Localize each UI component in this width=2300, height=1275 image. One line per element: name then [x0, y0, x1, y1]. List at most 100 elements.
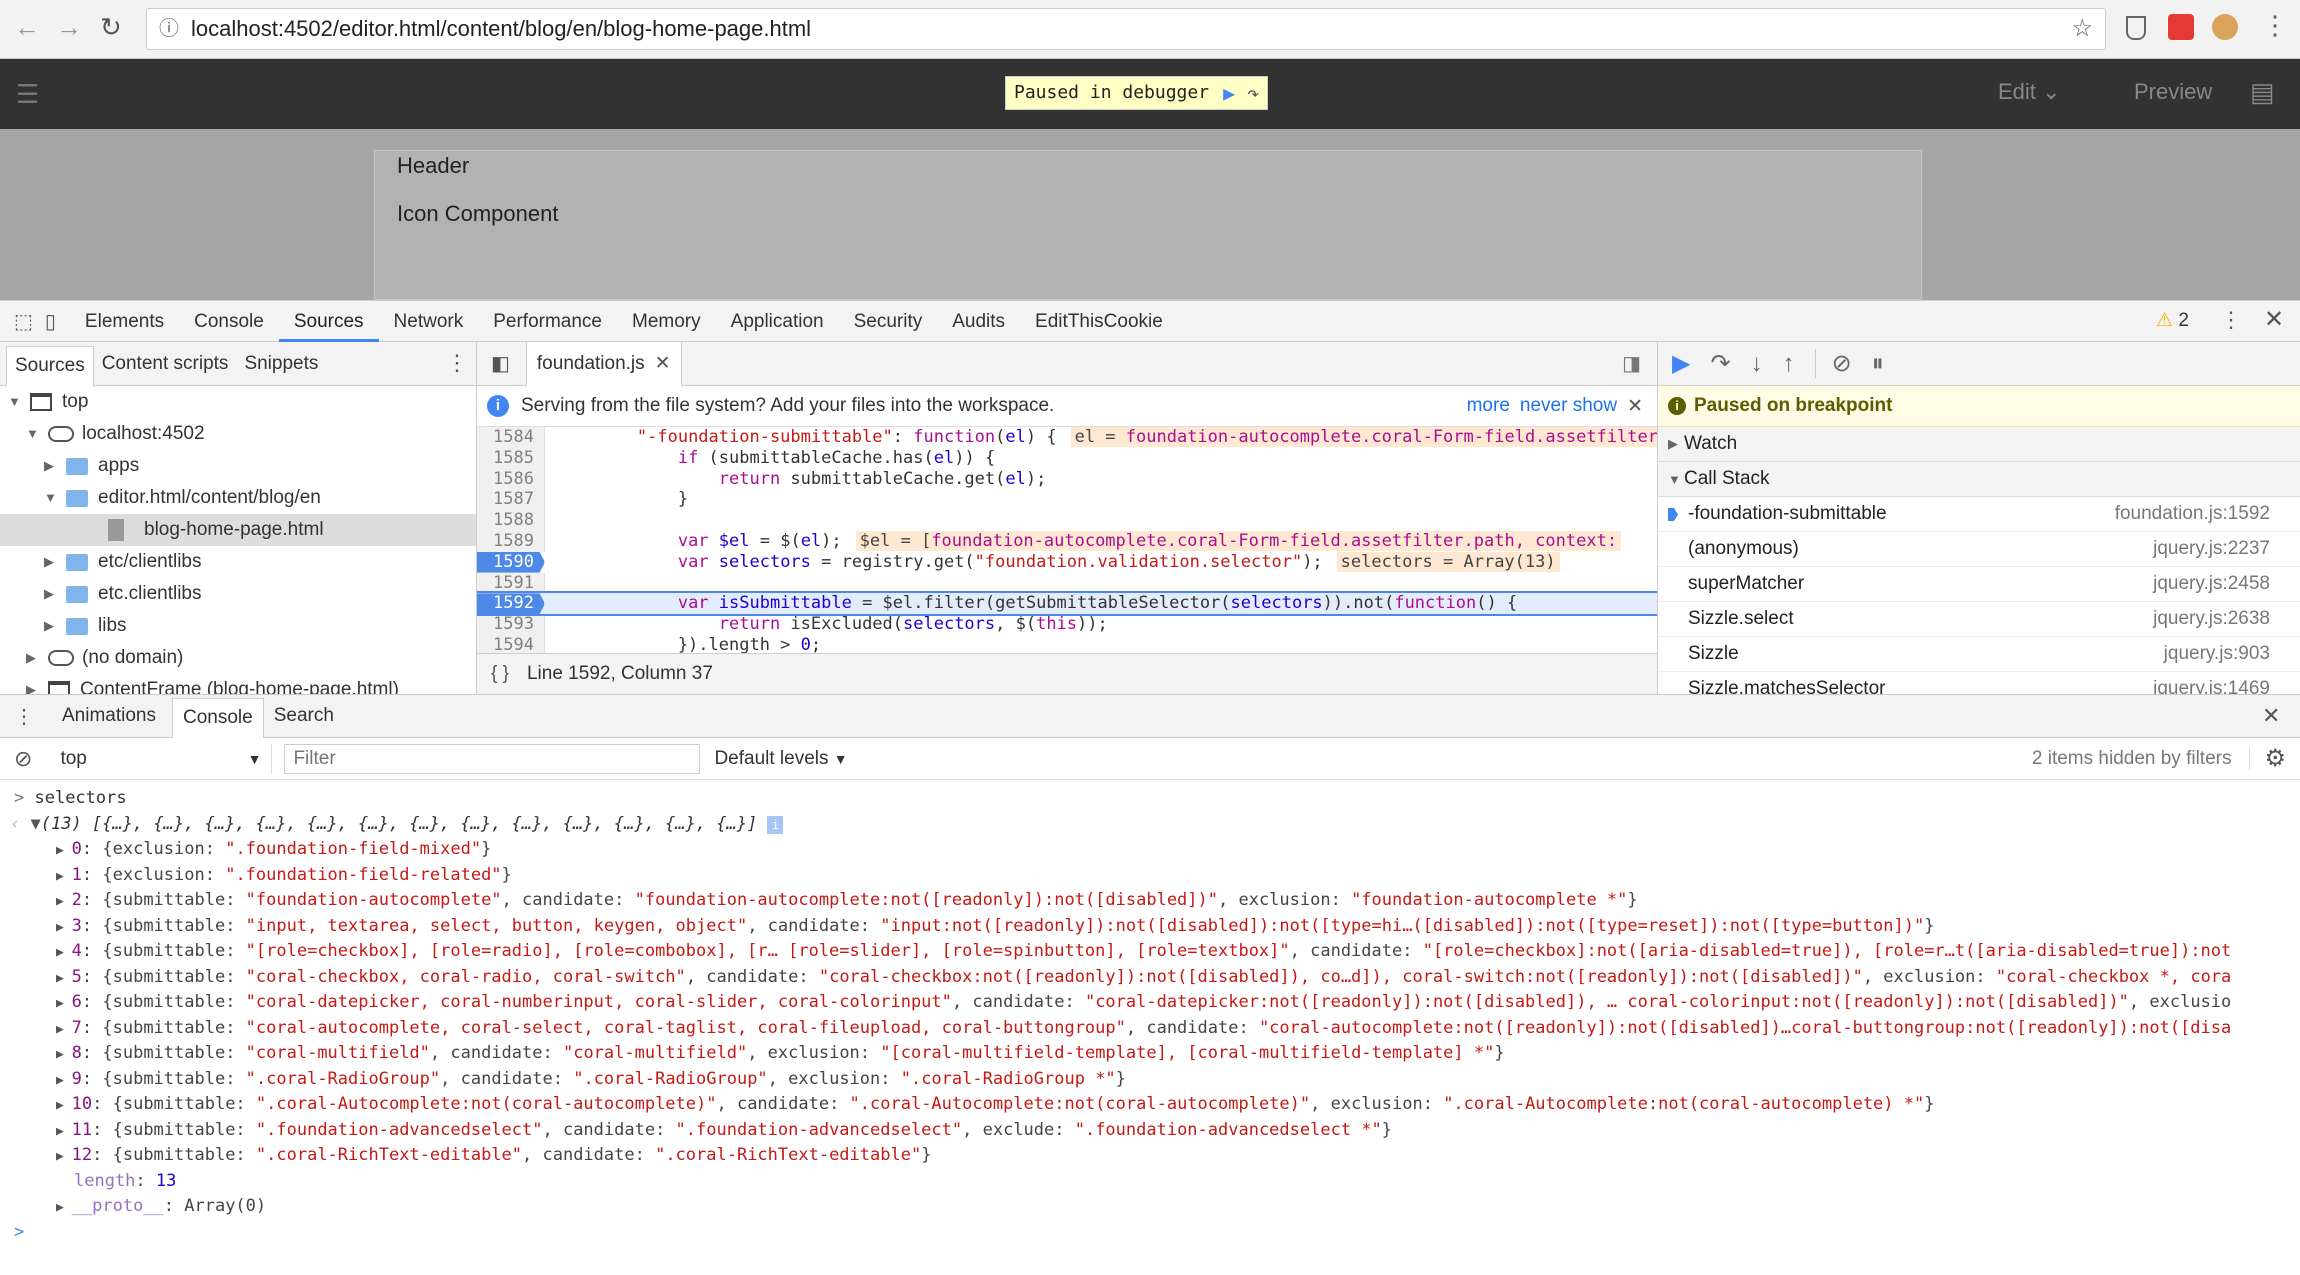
tree-item[interactable]: ▼ editor.html/content/blog/en: [0, 482, 476, 514]
console-settings-icon[interactable]: ⚙: [2264, 744, 2286, 773]
context-select[interactable]: top ▼: [50, 743, 273, 774]
tab-performance[interactable]: Performance: [478, 301, 617, 342]
extension-shield-icon[interactable]: [2126, 16, 2146, 40]
extension-red-icon[interactable]: [2168, 14, 2194, 40]
navigator-tab-snippets[interactable]: Snippets: [236, 342, 326, 386]
info-icon[interactable]: i: [767, 815, 784, 834]
code-line[interactable]: 1589 var $el = $(el); $el = [foundation-a…: [477, 530, 1657, 552]
frame-location[interactable]: jquery.js:2237: [2153, 538, 2270, 560]
info-icon[interactable]: ⓘ: [159, 9, 179, 49]
close-tab-icon[interactable]: ✕: [655, 352, 671, 375]
code-line[interactable]: 1592 var isSubmittable = $el.filter(getS…: [477, 591, 1657, 617]
array-entry[interactable]: ▶ 6: {submittable: "coral-datepicker, co…: [0, 990, 2300, 1016]
pause-on-exceptions-icon[interactable]: ⏸: [1872, 350, 1884, 378]
drawer-menu-icon[interactable]: ⋮: [14, 704, 34, 729]
array-entry[interactable]: ▶ 11: {submittable: ".foundation-advance…: [0, 1118, 2300, 1144]
annotations-icon[interactable]: ▤: [2250, 77, 2275, 108]
toggle-navigator-icon[interactable]: ◧: [491, 351, 510, 376]
array-entry[interactable]: ▶ 4: {submittable: "[role=checkbox], [ro…: [0, 939, 2300, 965]
tab-console[interactable]: Console: [179, 301, 279, 342]
tree-item[interactable]: ▶ etc/clientlibs: [0, 546, 476, 578]
console-prompt[interactable]: >: [0, 1220, 2300, 1246]
code-line[interactable]: 1587 }: [477, 489, 1657, 511]
array-entry[interactable]: ▶ 5: {submittable: "coral-checkbox, cora…: [0, 965, 2300, 991]
line-number[interactable]: 1585: [477, 447, 545, 469]
menu-icon[interactable]: ⋮: [2262, 10, 2288, 41]
navigator-more-icon[interactable]: ⋮: [446, 350, 468, 376]
more-link[interactable]: more: [1467, 395, 1510, 417]
code-line[interactable]: 1591: [477, 572, 1657, 594]
device-toolbar-icon[interactable]: ▯: [45, 309, 56, 334]
forward-icon[interactable]: →: [56, 12, 82, 43]
array-entry[interactable]: ▶ 8: {submittable: "coral-multifield", c…: [0, 1041, 2300, 1067]
inspect-icon[interactable]: ⬚: [14, 309, 33, 334]
array-entry[interactable]: ▶ 12: {submittable: ".coral-RichText-edi…: [0, 1143, 2300, 1169]
clear-console-icon[interactable]: ⊘: [14, 746, 32, 772]
line-number[interactable]: 1594: [477, 634, 545, 653]
array-entry[interactable]: ▶ 3: {submittable: "input, textarea, sel…: [0, 914, 2300, 940]
star-icon[interactable]: ☆: [2071, 9, 2093, 49]
tab-security[interactable]: Security: [839, 301, 938, 342]
console-filter-input[interactable]: [284, 743, 701, 774]
frame-location[interactable]: jquery.js:2638: [2153, 608, 2270, 630]
drawer-tab-search[interactable]: Search: [264, 694, 344, 738]
resume-icon[interactable]: ▶: [1223, 77, 1235, 109]
tree-item[interactable]: ▶ etc.clientlibs: [0, 578, 476, 610]
tree-item[interactable]: ▼ top: [0, 386, 476, 418]
tree-item[interactable]: ▼ localhost:4502: [0, 418, 476, 450]
drawer-tab-console[interactable]: Console: [172, 698, 264, 738]
never-show-link[interactable]: never show: [1520, 395, 1617, 417]
tree-item[interactable]: ▶ (no domain): [0, 642, 476, 674]
frame-location[interactable]: jquery.js:903: [2164, 643, 2270, 665]
reload-icon[interactable]: ↻: [100, 12, 122, 43]
line-number[interactable]: 1584: [477, 427, 545, 448]
code-line[interactable]: 1586 return submittableCache.get(el);: [477, 468, 1657, 490]
proto-property[interactable]: ▶ __proto__: Array(0): [0, 1194, 2300, 1220]
tab-application[interactable]: Application: [716, 301, 839, 342]
cookie-icon[interactable]: [2212, 14, 2238, 40]
code-line[interactable]: 1594 }).length > 0;: [477, 634, 1657, 653]
line-number[interactable]: 1587: [477, 489, 545, 511]
tree-item[interactable]: ▶ libs: [0, 610, 476, 642]
call-frame[interactable]: -foundation-submittable foundation.js:159…: [1658, 497, 2300, 532]
tree-item[interactable]: blog-home-page.html: [0, 514, 476, 546]
line-number[interactable]: 1593: [477, 614, 545, 635]
step-over-icon[interactable]: ↷: [1710, 349, 1730, 378]
call-frame[interactable]: Sizzle.matchesSelector jquery.js:1469: [1658, 672, 2300, 694]
tab-elements[interactable]: Elements: [70, 301, 179, 342]
array-entry[interactable]: ▶ 0: {exclusion: ".foundation-field-mixe…: [0, 837, 2300, 863]
resume-icon[interactable]: ▶: [1672, 349, 1690, 378]
log-levels-select[interactable]: Default levels ▼: [714, 748, 847, 770]
devtools-menu-icon[interactable]: ⋮: [2220, 307, 2242, 333]
code-area[interactable]: 1584 "-foundation-submittable": function…: [477, 427, 1657, 653]
step-into-icon[interactable]: ↓: [1751, 350, 1763, 378]
watch-section-header[interactable]: ▶ Watch: [1658, 427, 2300, 462]
line-number[interactable]: 1588: [477, 510, 545, 531]
call-frame[interactable]: Sizzle jquery.js:903: [1658, 637, 2300, 672]
close-devtools-icon[interactable]: ✕: [2264, 305, 2284, 334]
console-result-summary[interactable]: ‹ ▼(13) [{…}, {…}, {…}, {…}, {…}, {…}, {…: [0, 812, 2300, 838]
step-out-icon[interactable]: ↑: [1783, 350, 1795, 378]
frame-location[interactable]: jquery.js:2458: [2153, 573, 2270, 595]
frame-location[interactable]: jquery.js:1469: [2153, 678, 2270, 694]
tab-memory[interactable]: Memory: [617, 301, 716, 342]
header-component[interactable]: Header: [397, 153, 469, 179]
side-panel-icon[interactable]: ☰: [16, 79, 39, 110]
call-frame[interactable]: superMatcher jquery.js:2458: [1658, 567, 2300, 602]
tab-audits[interactable]: Audits: [937, 301, 1020, 342]
preview-button[interactable]: Preview: [2134, 79, 2212, 105]
navigator-tab-sources[interactable]: Sources: [6, 345, 94, 386]
breakpoint-line-number[interactable]: 1592: [477, 593, 545, 615]
drawer-tab-animations[interactable]: Animations: [52, 694, 166, 738]
code-line[interactable]: 1593 return isExcluded(selectors, $(this…: [477, 614, 1657, 635]
navigator-tab-content-scripts[interactable]: Content scripts: [94, 342, 237, 386]
array-entry[interactable]: ▶ 7: {submittable: "coral-autocomplete, …: [0, 1016, 2300, 1042]
tab-sources[interactable]: Sources: [278, 301, 379, 342]
call-frame[interactable]: (anonymous) jquery.js:2237: [1658, 532, 2300, 567]
code-line[interactable]: 1585 if (submittableCache.has(el)) {: [477, 447, 1657, 469]
close-drawer-icon[interactable]: ✕: [2262, 703, 2280, 729]
tree-item[interactable]: ▶ apps: [0, 450, 476, 482]
call-frame[interactable]: Sizzle.select jquery.js:2638: [1658, 602, 2300, 637]
array-entry[interactable]: ▶ 10: {submittable: ".coral-Autocomplete…: [0, 1092, 2300, 1118]
code-line[interactable]: 1588: [477, 510, 1657, 531]
